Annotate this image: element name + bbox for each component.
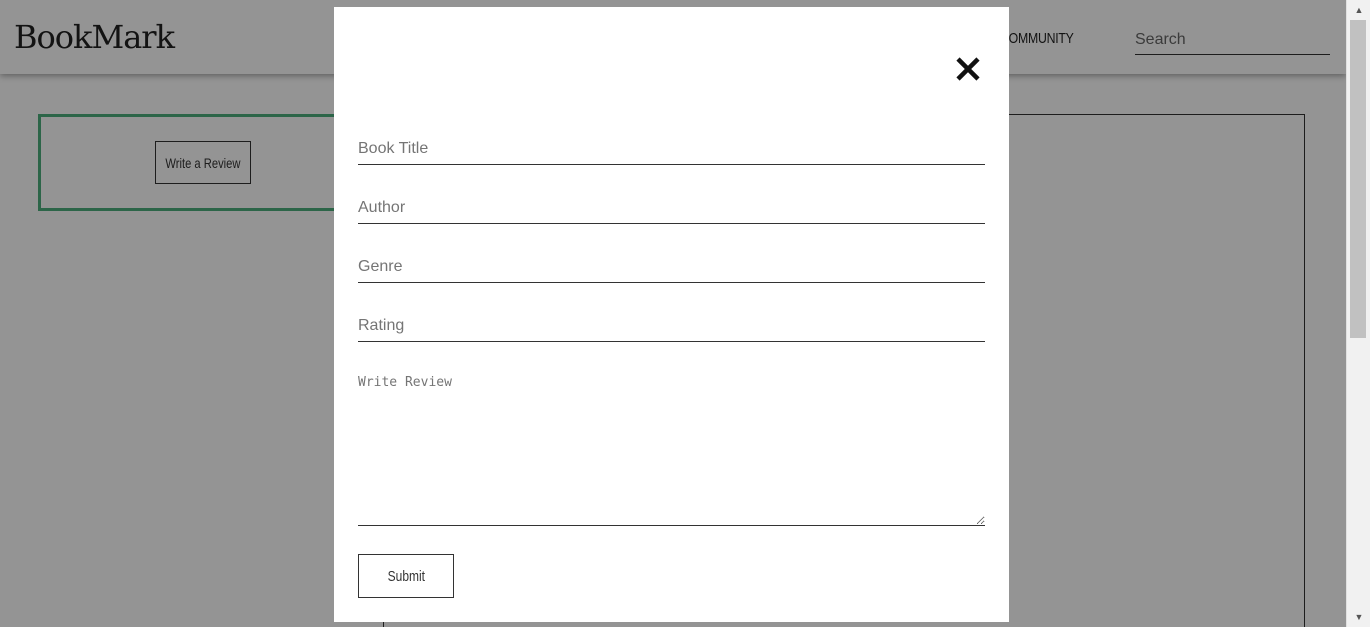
submit-button[interactable]: Submit: [358, 554, 454, 598]
review-modal: Submit: [334, 7, 1009, 622]
author-field: [358, 192, 985, 224]
scrollbar-thumb[interactable]: [1350, 20, 1366, 338]
page-scrollbar[interactable]: ▲ ▼: [1346, 0, 1370, 627]
book-title-field: [358, 133, 985, 165]
scroll-down-arrow-icon[interactable]: ▼: [1347, 607, 1370, 627]
scroll-up-arrow-icon[interactable]: ▲: [1347, 0, 1370, 20]
book-title-input[interactable]: [358, 133, 985, 164]
submit-button-label: Submit: [387, 567, 425, 585]
rating-input[interactable]: [358, 310, 985, 341]
genre-field: [358, 251, 985, 283]
rating-field: [358, 310, 985, 342]
author-input[interactable]: [358, 192, 985, 223]
close-icon[interactable]: [952, 53, 984, 85]
write-review-textarea[interactable]: [358, 367, 985, 526]
genre-input[interactable]: [358, 251, 985, 282]
